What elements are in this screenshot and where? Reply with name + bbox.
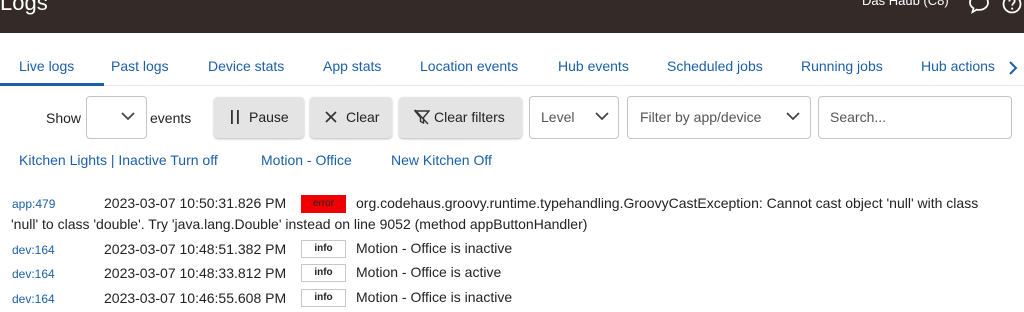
- page-title: Logs: [0, 0, 48, 15]
- log-timestamp: 2023-03-07 10:48:51.382 PM: [104, 241, 287, 257]
- events-label: events: [150, 110, 192, 126]
- tab-live-logs[interactable]: Live logs: [19, 58, 74, 74]
- pause-button[interactable]: Pause: [214, 97, 304, 138]
- tab-past-logs[interactable]: Past logs: [111, 58, 169, 74]
- shortcut-new-kitchen-off[interactable]: New Kitchen Off: [391, 152, 492, 168]
- shortcut-kitchen-lights[interactable]: Kitchen Lights | Inactive Turn off: [19, 152, 218, 168]
- show-label: Show: [46, 110, 82, 126]
- tab-device-stats[interactable]: Device stats: [208, 58, 284, 74]
- hub-name[interactable]: Das Haub (C8): [862, 0, 949, 8]
- tab-bar: Live logs Past logs Device stats App sta…: [0, 52, 1024, 86]
- help-icon[interactable]: [1002, 0, 1022, 14]
- log-message-first-line: org.codehaus.groovy.runtime.typehandling…: [11, 193, 1008, 235]
- log-message: Motion - Office is inactive: [356, 289, 513, 305]
- filter-placeholder: Filter by app/device: [640, 109, 762, 125]
- log-level-badge: info: [301, 289, 346, 307]
- log-timestamp: 2023-03-07 10:46:55.608 PM: [104, 290, 287, 306]
- tab-hub-events[interactable]: Hub events: [558, 58, 629, 74]
- chevron-right-icon[interactable]: [1003, 56, 1023, 80]
- active-tab-indicator: [0, 83, 104, 86]
- tab-app-stats[interactable]: App stats: [323, 58, 381, 74]
- chat-icon[interactable]: [969, 0, 989, 14]
- level-placeholder: Level: [541, 109, 575, 125]
- tab-running-jobs[interactable]: Running jobs: [801, 58, 883, 74]
- chevron-down-icon: [121, 112, 135, 121]
- chevron-down-icon: [786, 112, 800, 121]
- shortcut-motion-office[interactable]: Motion - Office: [261, 152, 352, 168]
- pause-icon: [231, 110, 239, 124]
- log-level-badge: info: [301, 264, 346, 282]
- tab-hub-actions[interactable]: Hub actions: [921, 58, 995, 74]
- clear-button[interactable]: Clear: [310, 97, 392, 138]
- log-timestamp: 2023-03-07 10:48:33.812 PM: [104, 265, 287, 281]
- close-icon: [325, 111, 337, 123]
- app-header: Logs Das Haub (C8): [0, 0, 1024, 33]
- filter-app-device-select[interactable]: Filter by app/device: [627, 96, 811, 139]
- tab-location-events[interactable]: Location events: [420, 58, 518, 74]
- filter-off-icon: [414, 109, 430, 125]
- events-count-select[interactable]: [86, 96, 147, 139]
- log-source-link[interactable]: dev:164: [12, 292, 55, 306]
- log-message: Motion - Office is active: [356, 264, 502, 280]
- log-source-link[interactable]: dev:164: [12, 267, 55, 281]
- search-input[interactable]: Search...: [818, 96, 1012, 139]
- search-placeholder: Search...: [830, 109, 887, 125]
- log-message: Motion - Office is inactive: [356, 240, 513, 256]
- chevron-down-icon: [595, 112, 609, 121]
- clear-label: Clear: [346, 109, 380, 125]
- log-level-badge: info: [301, 240, 346, 258]
- pause-label: Pause: [249, 109, 289, 125]
- level-select[interactable]: Level: [529, 96, 619, 139]
- clear-filters-button[interactable]: Clear filters: [399, 97, 522, 138]
- clear-filters-label: Clear filters: [434, 109, 505, 125]
- log-message: org.codehaus.groovy.runtime.typehandling…: [11, 195, 979, 232]
- tab-scheduled-jobs[interactable]: Scheduled jobs: [667, 58, 763, 74]
- log-source-link[interactable]: dev:164: [12, 243, 55, 257]
